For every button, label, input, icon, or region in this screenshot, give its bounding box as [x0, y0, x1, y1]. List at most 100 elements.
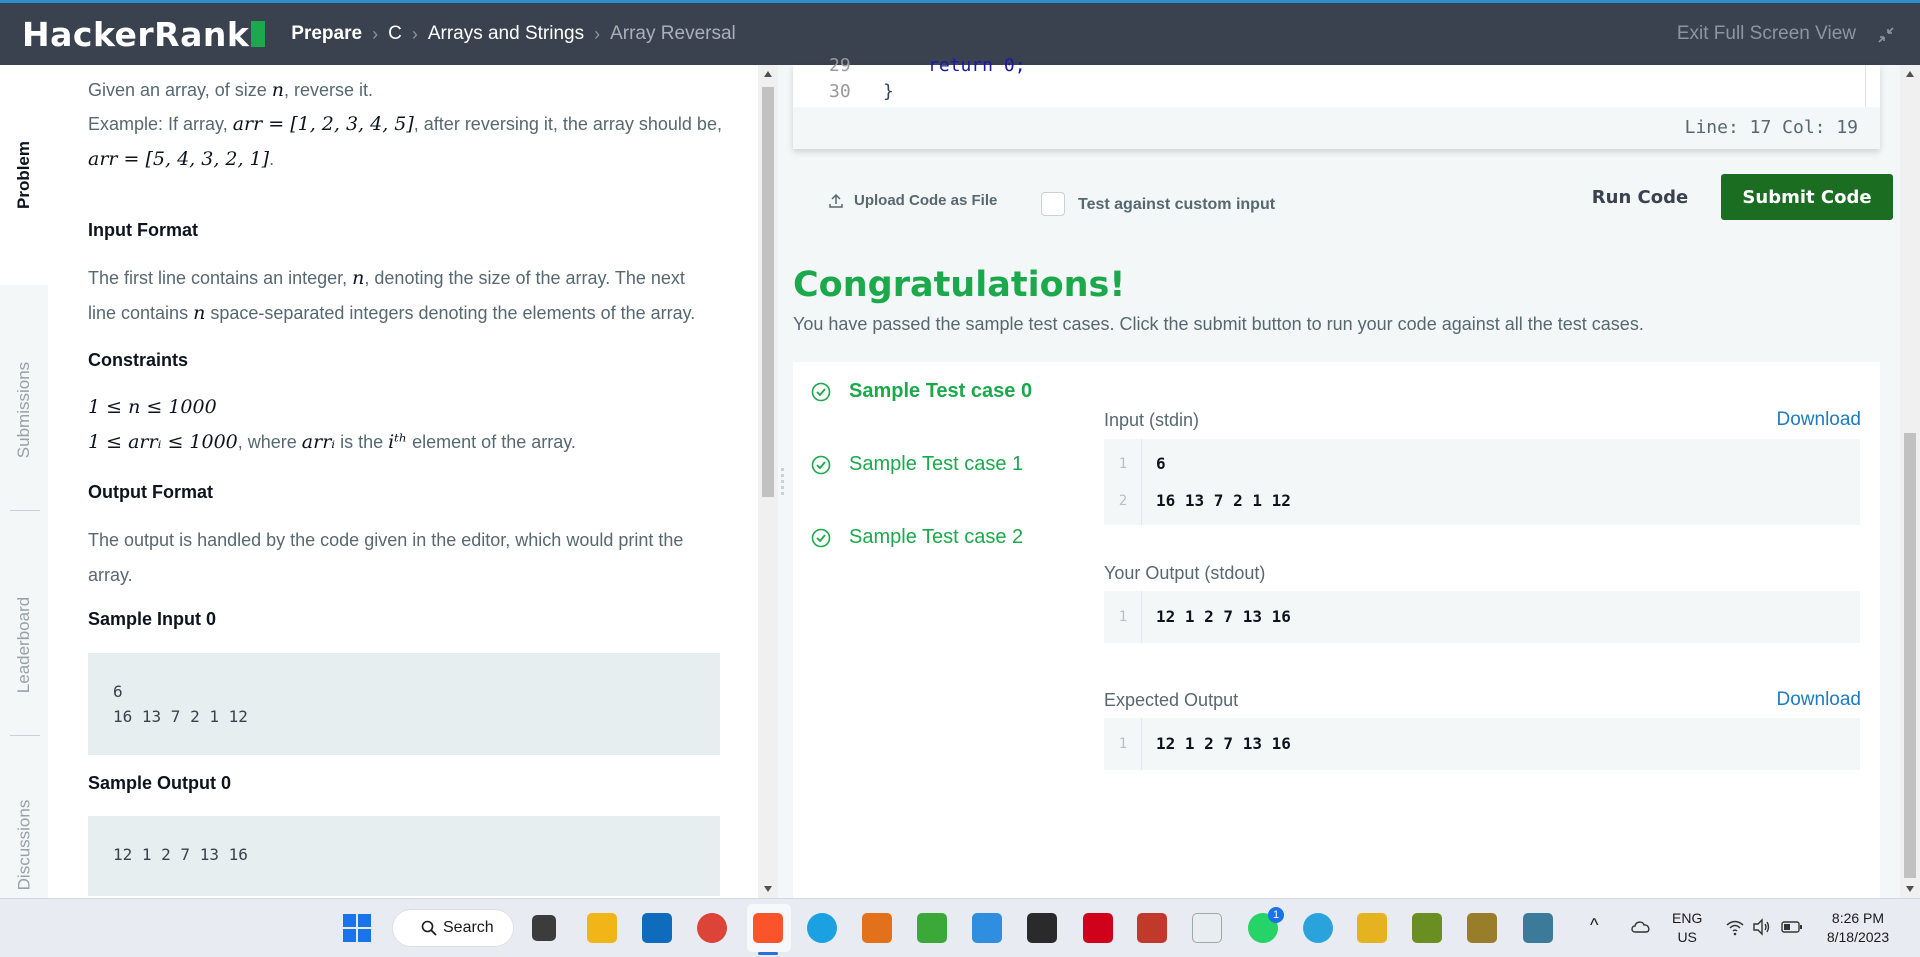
submit-code-button[interactable]: Submit Code — [1721, 174, 1893, 220]
code-line: } — [883, 81, 894, 102]
outlook-icon[interactable] — [642, 913, 672, 943]
test-case-0[interactable]: Sample Test case 0 — [811, 380, 1032, 403]
stdout-box: 1 12 1 2 7 13 16 — [1104, 591, 1860, 643]
test-results-panel: Sample Test case 0 Sample Test case 1 Sa… — [793, 362, 1880, 898]
line-number: 30 — [829, 81, 851, 102]
active-indicator — [758, 952, 778, 955]
right-scrollbar[interactable] — [1900, 65, 1920, 898]
scrollbar-thumb[interactable] — [762, 87, 774, 497]
input-label: Input (stdin) — [1104, 410, 1200, 430]
solidworks-icon[interactable] — [1137, 913, 1167, 943]
tab-divider — [10, 735, 40, 736]
breadcrumb-arrays-strings[interactable]: Arrays and Strings — [428, 23, 584, 45]
line-number: 29 — [829, 55, 851, 76]
check-circle-icon — [811, 382, 831, 401]
constraint-2: 1 ≤ arrᵢ ≤ 1000, where arrᵢ is the iᵗʰ e… — [88, 431, 576, 453]
sample-output-title: Sample Output 0 — [88, 773, 232, 793]
hackerrank-logo[interactable]: HackerRank — [22, 15, 266, 54]
your-output-label: Your Output (stdout) — [1104, 563, 1266, 583]
collapse-icon[interactable] — [1876, 25, 1896, 45]
editor-status-bar: Line: 17 Col: 19 — [793, 107, 1880, 149]
problem-panel: Given an array, of size n, reverse it. E… — [48, 65, 758, 898]
problem-example: Example: If array, arr = [1, 2, 3, 4, 5]… — [88, 113, 722, 170]
download-input-link[interactable]: Download — [1777, 409, 1862, 431]
wifi-icon[interactable] — [1725, 918, 1745, 936]
result-message: You have passed the sample test cases. C… — [793, 314, 1644, 334]
tab-submissions[interactable]: Submissions — [0, 285, 48, 535]
scroll-down-icon[interactable] — [1906, 886, 1914, 892]
scroll-up-icon[interactable] — [1906, 71, 1914, 77]
taskbar-search[interactable]: Search — [392, 909, 514, 947]
breadcrumb-prepare[interactable]: Prepare — [291, 23, 362, 45]
chevron-right-icon: › — [411, 23, 418, 44]
stdin-line: 16 13 7 2 1 12 — [1156, 491, 1291, 510]
download-expected-link[interactable]: Download — [1777, 689, 1862, 711]
file-explorer-icon[interactable] — [587, 913, 617, 943]
upload-code-button[interactable]: Upload Code as File — [828, 192, 997, 209]
scroll-up-icon[interactable] — [764, 71, 772, 77]
app-icon[interactable] — [1357, 913, 1387, 943]
task-view-icon[interactable] — [532, 915, 556, 941]
app-icon[interactable] — [1192, 913, 1222, 943]
code-editor[interactable]: 29 return 0; 30 } Line: 17 Col: 19 — [793, 55, 1880, 149]
onedrive-icon[interactable] — [1630, 918, 1652, 934]
tab-divider — [10, 510, 40, 511]
problem-intro: Given an array, of size n, reverse it. — [88, 79, 374, 101]
tab-leaderboard[interactable]: Leaderboard — [0, 535, 48, 755]
app-icon[interactable] — [1523, 913, 1553, 943]
brave-icon[interactable] — [753, 913, 783, 943]
stdin-line: 6 — [1156, 454, 1166, 473]
tab-problem[interactable]: Problem — [0, 65, 48, 285]
search-icon — [421, 920, 437, 936]
expected-line: 12 1 2 7 13 16 — [1156, 734, 1291, 753]
editor-scrollbar[interactable] — [1865, 65, 1880, 107]
breadcrumb: Prepare › C › Arrays and Strings › Array… — [291, 23, 735, 45]
chrome-icon[interactable] — [697, 913, 727, 943]
check-circle-icon — [811, 528, 831, 547]
sample-input-block: 6 16 13 7 2 1 12 — [88, 653, 720, 755]
problem-scrollbar[interactable] — [758, 65, 778, 898]
language-indicator[interactable]: ENG US — [1672, 909, 1702, 947]
app-icon[interactable] — [1467, 913, 1497, 943]
sample-output-block: 12 1 2 7 13 16 — [88, 816, 720, 896]
stdout-line: 12 1 2 7 13 16 — [1156, 607, 1291, 626]
test-case-2[interactable]: Sample Test case 2 — [811, 526, 1023, 549]
clock[interactable]: 8:26 PM 8/18/2023 — [1818, 909, 1898, 947]
check-circle-icon — [811, 455, 831, 474]
app-icon[interactable] — [917, 913, 947, 943]
battery-icon[interactable] — [1781, 920, 1803, 934]
scrollbar-thumb[interactable] — [1904, 433, 1916, 878]
breadcrumb-c[interactable]: C — [388, 23, 402, 45]
test-case-1[interactable]: Sample Test case 1 — [811, 453, 1023, 476]
edge-icon[interactable] — [807, 913, 837, 943]
chevron-up-icon[interactable]: ^ — [1590, 915, 1598, 936]
input-format-title: Input Format — [88, 220, 198, 240]
expected-output-box: 1 12 1 2 7 13 16 — [1104, 718, 1860, 770]
panel-resize-handle[interactable] — [780, 465, 786, 505]
constraints-title: Constraints — [88, 350, 189, 370]
chevron-right-icon: › — [372, 23, 379, 44]
breadcrumb-current: Array Reversal — [610, 23, 736, 44]
exit-fullscreen-link[interactable]: Exit Full Screen View — [1677, 23, 1856, 45]
matlab-icon[interactable] — [862, 913, 892, 943]
vscode-icon[interactable] — [972, 913, 1002, 943]
upload-icon — [829, 193, 843, 208]
autocad-icon[interactable] — [1083, 913, 1113, 943]
scroll-down-icon[interactable] — [764, 886, 772, 892]
app-icon[interactable] — [1412, 913, 1442, 943]
chevron-right-icon: › — [594, 23, 601, 44]
custom-input-checkbox[interactable] — [1041, 192, 1065, 216]
custom-input-label[interactable]: Test against custom input — [1078, 196, 1275, 214]
run-code-button[interactable]: Run Code — [1575, 174, 1705, 220]
telegram-icon[interactable] — [1303, 913, 1333, 943]
windows-start-icon[interactable] — [343, 914, 371, 942]
output-format-text: The output is handled by the code given … — [88, 530, 684, 585]
side-tabs: Problem Submissions Leaderboard Discussi… — [0, 65, 48, 898]
cursor-position: Line: 17 Col: 19 — [1684, 117, 1858, 138]
stdin-box: 16 2 16 13 7 2 1 12 — [1104, 439, 1860, 525]
wb-icon[interactable] — [1027, 913, 1057, 943]
input-format-text: The first line contains an integer, n, d… — [88, 267, 696, 324]
constraint-1: 1 ≤ n ≤ 1000 — [88, 396, 217, 418]
sample-input-title: Sample Input 0 — [88, 609, 217, 629]
volume-icon[interactable] — [1752, 918, 1772, 936]
